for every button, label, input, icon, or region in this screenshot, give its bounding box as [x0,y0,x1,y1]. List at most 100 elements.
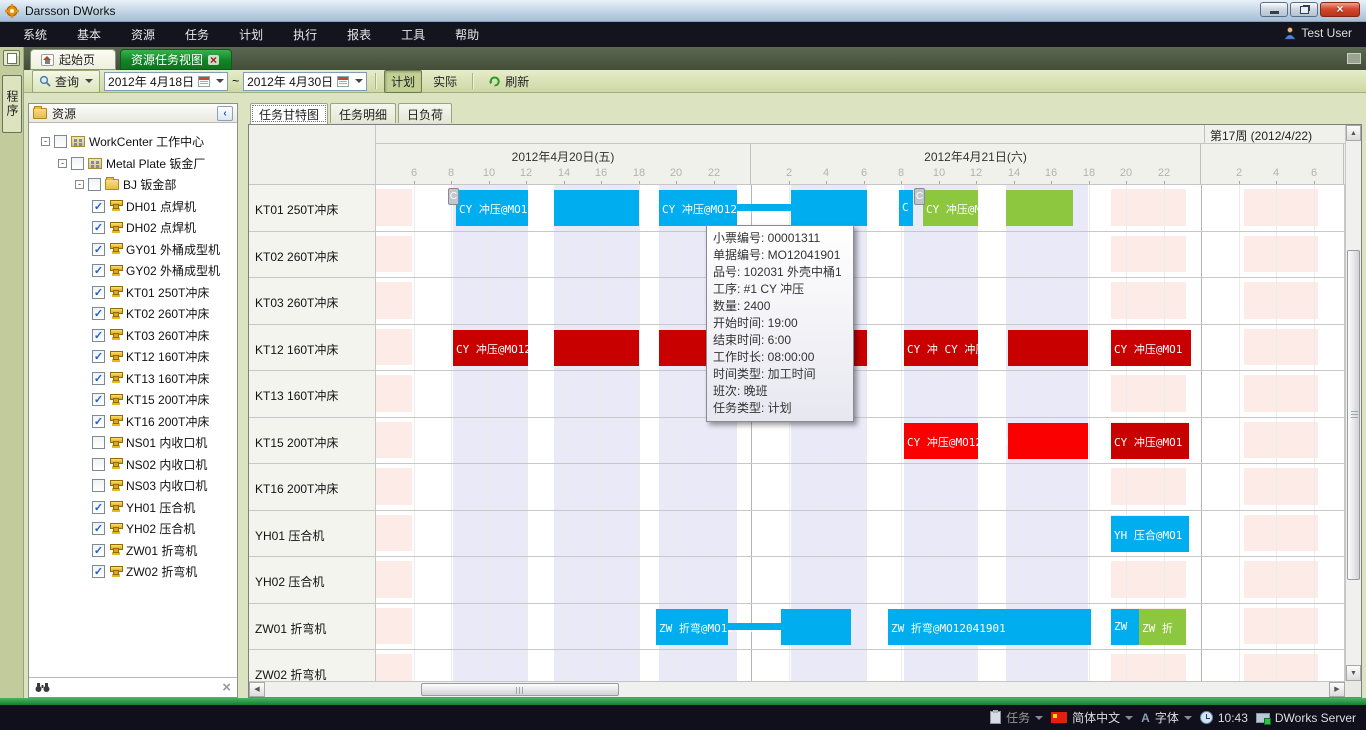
tree-checkbox[interactable]: ✓ [92,243,105,256]
task-bar[interactable]: CY 冲压@MO1 [1111,330,1191,366]
tree-checkbox[interactable]: ✓ [92,307,105,320]
scroll-up-icon[interactable]: ▲ [1346,125,1361,141]
task-bar[interactable] [737,204,791,211]
date-from-caret-icon[interactable] [216,79,224,83]
dock-windows-icon[interactable] [3,50,20,66]
tree-node[interactable]: ✓KT03 260T冲床 [92,325,209,346]
clear-find-icon[interactable]: × [222,681,231,695]
actual-toggle-button[interactable]: 实际 [426,70,464,93]
task-bar[interactable]: CY 冲 CY 冲压@MO12041904 [904,330,978,366]
task-bar[interactable]: CY 冲压@MO12041901 [659,190,737,226]
menu-item-7[interactable]: 报表 [332,22,386,47]
tab-home[interactable]: 起始页 [30,49,116,70]
tree-checkbox[interactable]: ✓ [92,501,105,514]
horizontal-scrollbar[interactable]: ◀ ▶ [249,681,1345,697]
restore-button[interactable] [1290,2,1318,17]
menu-item-6[interactable]: 执行 [278,22,332,47]
menu-item-8[interactable]: 工具 [386,22,440,47]
tree-checkbox[interactable] [92,479,105,492]
plan-toggle-button[interactable]: 计划 [384,70,422,93]
tree-expand-icon[interactable]: - [75,180,84,189]
calendar-icon[interactable] [198,76,210,87]
menu-item-2[interactable]: 基本 [62,22,116,47]
refresh-button[interactable]: 刷新 [481,70,536,93]
tree-checkbox[interactable] [92,436,105,449]
binoculars-icon[interactable] [35,682,50,693]
tree-node[interactable]: ✓ZW02 折弯机 [92,561,197,582]
tree-node[interactable]: ✓ZW01 折弯机 [92,540,197,561]
task-bar[interactable]: C [899,190,913,226]
tree-checkbox[interactable]: ✓ [92,264,105,277]
task-bar[interactable]: ZW [1111,609,1139,645]
task-bar[interactable] [728,623,781,630]
tree-checkbox[interactable] [88,178,101,191]
setup-marker[interactable]: C [448,188,459,205]
date-to-caret-icon[interactable] [355,79,363,83]
status-item-fontA[interactable]: A字体 [1141,709,1192,726]
vertical-scroll-thumb[interactable] [1347,250,1360,580]
task-bar[interactable] [554,190,639,226]
tree-checkbox[interactable] [71,157,84,170]
dropdown-caret-icon[interactable] [1184,716,1192,720]
tree-checkbox[interactable]: ✓ [92,415,105,428]
scroll-left-icon[interactable]: ◀ [249,682,265,697]
task-bar[interactable]: CY 冲压@MO12041903 [904,423,978,459]
status-item-clipboard[interactable]: 任务 [990,709,1043,726]
tree-node[interactable]: ✓GY01 外桶成型机 [92,239,220,260]
scroll-down-icon[interactable]: ▼ [1346,665,1361,681]
collapsed-panel-tab[interactable]: 程序 [2,75,22,133]
task-bar[interactable] [1008,330,1088,366]
task-bar[interactable]: CY 冲压@MO1 [1111,423,1189,459]
task-bar[interactable]: ZW 折弯@MO12041901 [656,609,728,645]
user-area[interactable]: Test User [1284,26,1352,40]
tab-close-icon[interactable]: × [208,55,219,65]
tree-node[interactable]: -WorkCenter 工作中心 [41,131,204,152]
task-bar[interactable] [781,609,851,645]
task-bar[interactable]: CY 冲压@MO12041904 [453,330,528,366]
tree-expand-icon[interactable]: - [41,137,50,146]
tree-checkbox[interactable] [54,135,67,148]
tree-node[interactable]: NS01 内收口机 [92,432,207,453]
tab-resource-task-view[interactable]: 资源任务视图 × [120,49,232,70]
tree-checkbox[interactable]: ✓ [92,565,105,578]
tree-node[interactable]: ✓GY02 外桶成型机 [92,260,220,281]
status-item-server[interactable]: DWorks Server [1256,711,1356,725]
chart-view-tab-2[interactable]: 任务明细 [330,103,396,123]
tree-checkbox[interactable]: ✓ [92,200,105,213]
task-bar[interactable]: CY 冲压@MO12041902 [923,190,978,226]
menu-item-1[interactable]: 系统 [8,22,62,47]
horizontal-scroll-thumb[interactable] [421,683,619,696]
status-item-flag[interactable]: 简体中文 [1051,709,1133,726]
tree-checkbox[interactable]: ✓ [92,522,105,535]
task-bar[interactable] [554,330,639,366]
tree-checkbox[interactable]: ✓ [92,221,105,234]
tree-node[interactable]: ✓YH01 压合机 [92,497,195,518]
tree-node[interactable]: ✓DH02 点焊机 [92,217,196,238]
status-item-clock[interactable]: 10:43 [1200,711,1248,725]
menu-item-3[interactable]: 资源 [116,22,170,47]
tree-node[interactable]: ✓DH01 点焊机 [92,196,196,217]
collapse-panel-button[interactable]: ‹ [217,106,233,121]
tree-node[interactable]: ✓KT15 200T冲床 [92,389,209,410]
dropdown-caret-icon[interactable] [1125,716,1133,720]
task-bar[interactable] [1008,423,1088,459]
menu-item-9[interactable]: 帮助 [440,22,494,47]
menu-item-4[interactable]: 任务 [170,22,224,47]
tree-node[interactable]: ✓KT02 260T冲床 [92,303,209,324]
minimize-button[interactable] [1260,2,1288,17]
tree-checkbox[interactable]: ✓ [92,286,105,299]
task-bar[interactable]: ZW 折 [1139,609,1186,645]
tree-node[interactable]: NS03 内收口机 [92,475,207,496]
tabstrip-panel-icon[interactable] [1347,53,1361,64]
vertical-scrollbar[interactable]: ▲ ▼ [1345,125,1361,681]
calendar-icon[interactable] [337,76,349,87]
chart-view-tab-3[interactable]: 日负荷 [398,103,452,123]
chart-view-tab-1[interactable]: 任务甘特图 [250,103,328,124]
tree-checkbox[interactable]: ✓ [92,393,105,406]
date-from-field[interactable]: 2012年 4月18日 [104,72,228,91]
task-bar[interactable]: CY 冲压@MO12041901 [456,190,528,226]
setup-marker[interactable]: C [914,188,925,205]
tree-expand-icon[interactable]: - [58,159,67,168]
tree-checkbox[interactable]: ✓ [92,372,105,385]
tree-node[interactable]: ✓KT12 160T冲床 [92,346,209,367]
